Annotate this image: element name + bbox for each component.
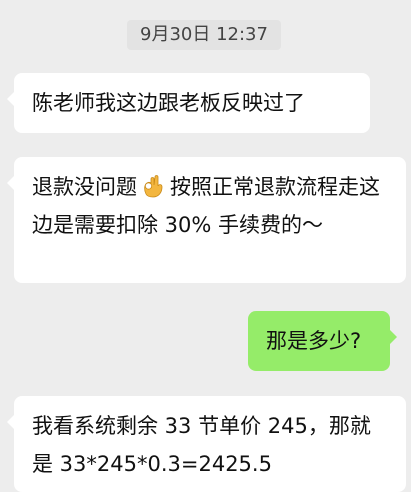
message-text: 退款没问题 (32, 175, 137, 199)
message-text: 陈老师我这边跟老板反映过了 (32, 91, 305, 115)
outgoing-message[interactable]: 那是多少? (248, 311, 397, 371)
chat-timestamp: 9月30日 12:37 (127, 20, 281, 50)
incoming-message[interactable]: 我看系统剩余 33 节单价 245，那就是 33*245*0.3=2425.5 (7, 396, 406, 492)
message-text: 那是多少? (266, 329, 362, 353)
incoming-message[interactable]: 陈老师我这边跟老板反映过了 (7, 73, 370, 133)
incoming-message[interactable]: 退款没问题 按照正常退款流程走这边是需要扣除 30% 手续费的～ (7, 157, 406, 283)
message-text: 我看系统剩余 33 节单价 245，那就是 33*245*0.3=2425.5 (32, 414, 371, 476)
ok-hand-icon (140, 173, 166, 199)
